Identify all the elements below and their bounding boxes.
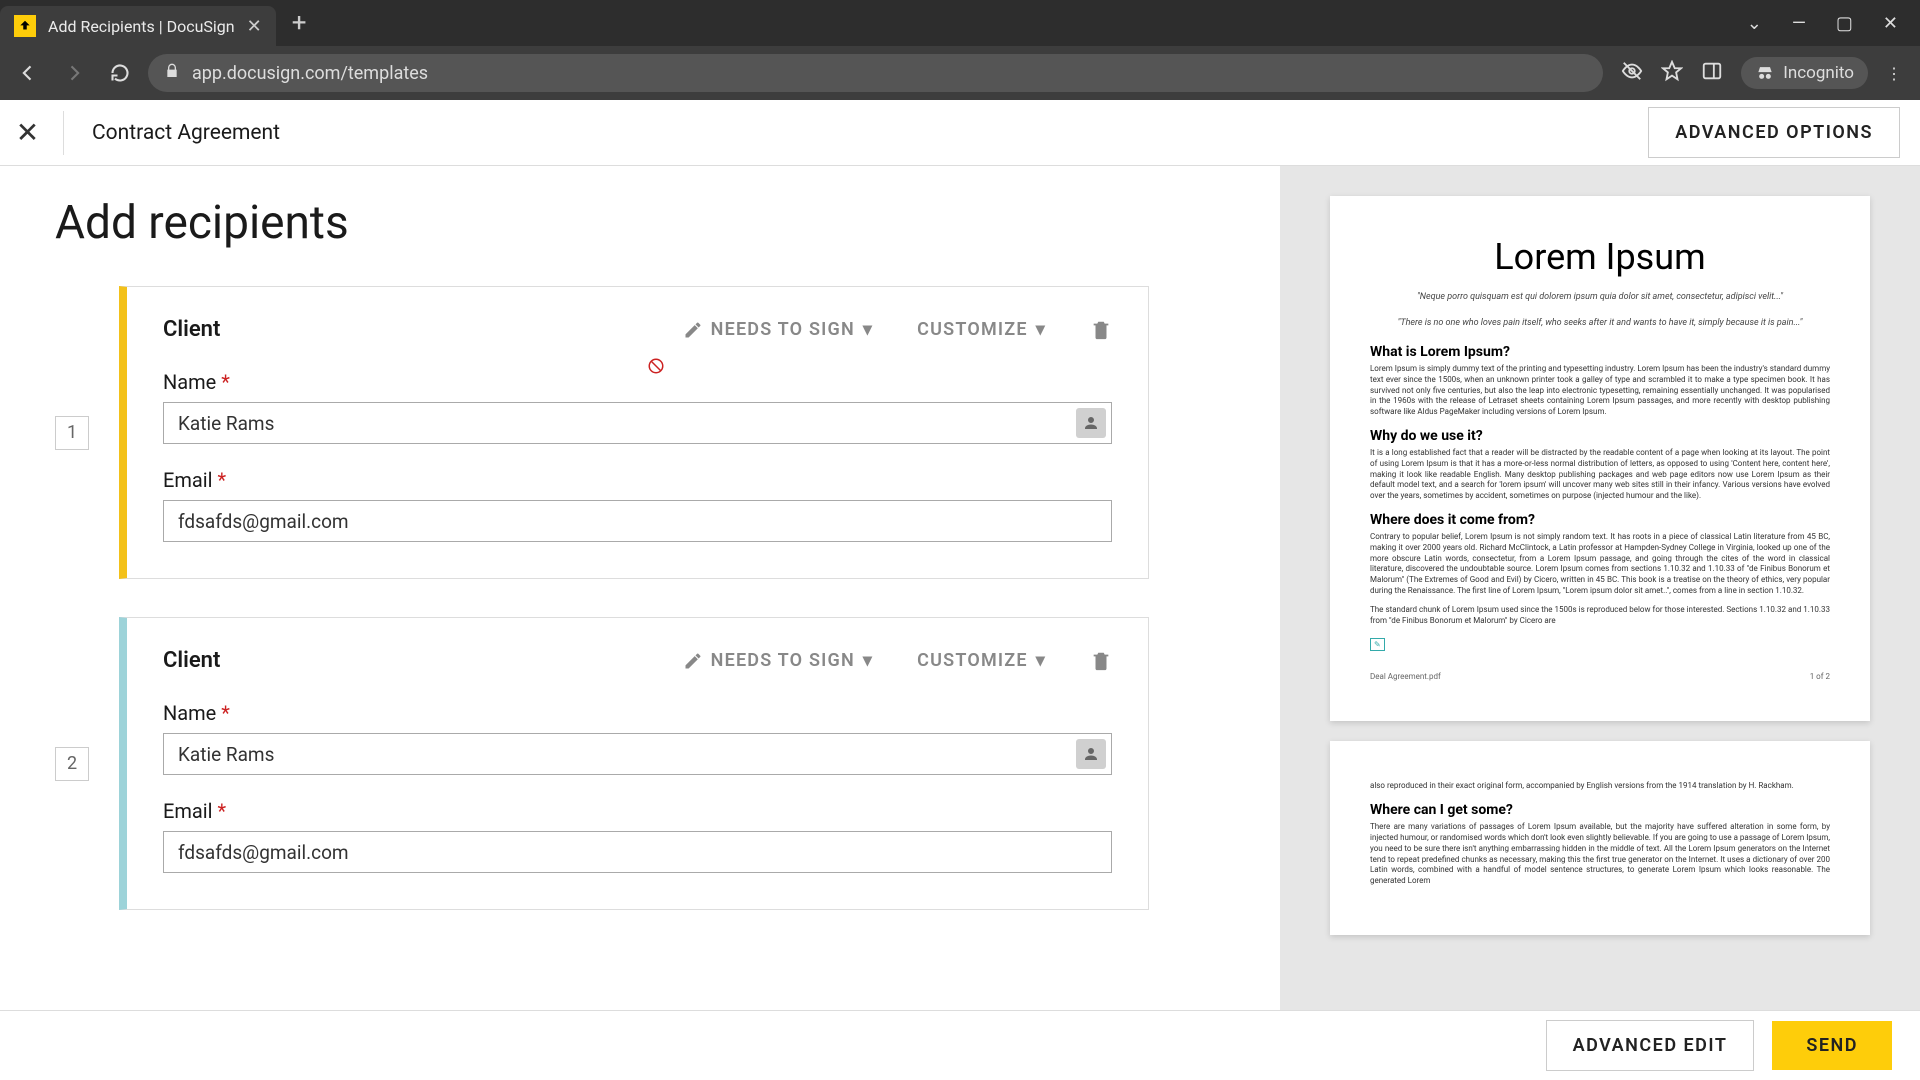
recipients-panel: Add recipients 1 Client NEEDS TO SIGN ▾ … <box>0 166 1280 1010</box>
delete-recipient-button[interactable] <box>1090 319 1112 341</box>
doc-quote: "There is no one who loves pain itself, … <box>1370 318 1830 328</box>
close-window-icon[interactable]: ✕ <box>1883 13 1898 34</box>
doc-heading: Why do we use it? <box>1370 428 1830 444</box>
chevron-down-icon: ▾ <box>863 319 873 340</box>
bookmark-star-icon[interactable] <box>1661 60 1683 86</box>
recipient-card: Client NEEDS TO SIGN ▾ CUSTOMIZE ▾ <box>119 286 1149 579</box>
email-label: Email * <box>163 468 1112 492</box>
new-tab-button[interactable]: + <box>276 0 323 46</box>
doc-heading: What is Lorem Ipsum? <box>1370 344 1830 360</box>
doc-paragraph: Lorem Ipsum is simply dummy text of the … <box>1370 364 1830 418</box>
back-button[interactable] <box>10 55 46 91</box>
advanced-edit-button[interactable]: ADVANCED EDIT <box>1546 1020 1755 1071</box>
doc-title: Lorem Ipsum <box>1370 236 1830 278</box>
window-controls: ⌄ — ▢ ✕ <box>1725 0 1920 46</box>
chevron-down-icon: ▾ <box>863 650 873 671</box>
recipient-row: 1 Client NEEDS TO SIGN ▾ CUSTOMIZE ▾ <box>55 286 1240 579</box>
doc-heading: Where does it come from? <box>1370 512 1830 528</box>
workspace: Add recipients 1 Client NEEDS TO SIGN ▾ … <box>0 166 1920 1010</box>
minimize-icon[interactable]: — <box>1792 13 1806 34</box>
send-button[interactable]: SEND <box>1772 1021 1892 1070</box>
docusign-header: ✕ Contract Agreement ADVANCED OPTIONS <box>0 100 1920 166</box>
recipient-role: Client <box>163 648 220 673</box>
email-input[interactable] <box>163 831 1112 873</box>
customize-dropdown[interactable]: CUSTOMIZE ▾ <box>917 650 1046 671</box>
browser-toolbar: app.docusign.com/templates Incognito ⋮ <box>0 46 1920 100</box>
delete-recipient-button[interactable] <box>1090 650 1112 672</box>
reload-button[interactable] <box>102 55 138 91</box>
eye-off-icon[interactable] <box>1621 60 1643 86</box>
document-page[interactable]: Lorem Ipsum "Neque porro quisquam est qu… <box>1330 196 1870 721</box>
docusign-favicon <box>14 15 36 37</box>
recipient-row: 2 Client NEEDS TO SIGN ▾ CUSTOMIZE ▾ <box>55 617 1240 910</box>
browser-tab[interactable]: Add Recipients | DocuSign ✕ <box>0 6 276 46</box>
kebab-menu-icon[interactable]: ⋮ <box>1886 64 1902 83</box>
pen-icon <box>683 651 703 671</box>
needs-to-sign-dropdown[interactable]: NEEDS TO SIGN ▾ <box>683 650 874 671</box>
trash-icon <box>1090 319 1112 341</box>
chevron-down-icon: ▾ <box>1036 319 1046 340</box>
advanced-options-button[interactable]: ADVANCED OPTIONS <box>1648 107 1900 158</box>
name-label: Name * <box>163 701 1112 725</box>
name-label: Name * <box>163 370 1112 394</box>
recipient-card: Client NEEDS TO SIGN ▾ CUSTOMIZE ▾ <box>119 617 1149 910</box>
pen-icon <box>683 320 703 340</box>
tab-close-icon[interactable]: ✕ <box>247 16 262 37</box>
close-button[interactable]: ✕ <box>20 111 64 155</box>
signature-tag-icon: ✎ <box>1370 638 1385 651</box>
maximize-icon[interactable]: ▢ <box>1836 13 1853 34</box>
incognito-badge[interactable]: Incognito <box>1741 57 1868 89</box>
side-panel-icon[interactable] <box>1701 60 1723 86</box>
forward-button[interactable] <box>56 55 92 91</box>
doc-paragraph: The standard chunk of Lorem Ipsum used s… <box>1370 605 1830 627</box>
recipient-role: Client <box>163 317 220 342</box>
address-book-icon[interactable] <box>1076 408 1106 438</box>
page-title: Add recipients <box>55 196 1240 250</box>
doc-paragraph: There are many variations of passages of… <box>1370 822 1830 887</box>
doc-paragraph: It is a long established fact that a rea… <box>1370 448 1830 502</box>
doc-paragraph: Contrary to popular belief, Lorem Ipsum … <box>1370 532 1830 597</box>
signing-order-box[interactable]: 1 <box>55 416 89 450</box>
doc-paragraph: also reproduced in their exact original … <box>1370 781 1830 792</box>
document-preview-pane: Lorem Ipsum "Neque porro quisquam est qu… <box>1280 166 1920 1010</box>
signing-order-box[interactable]: 2 <box>55 747 89 781</box>
chevron-down-icon: ▾ <box>1036 650 1046 671</box>
tabs-dropdown-icon[interactable]: ⌄ <box>1747 13 1762 34</box>
email-input[interactable] <box>163 500 1112 542</box>
url-text: app.docusign.com/templates <box>192 63 1587 84</box>
doc-filename: Deal Agreement.pdf <box>1370 672 1441 681</box>
tab-title: Add Recipients | DocuSign <box>48 17 235 36</box>
footer-bar: ADVANCED EDIT SEND <box>0 1010 1920 1080</box>
incognito-label: Incognito <box>1783 63 1854 83</box>
browser-titlebar: Add Recipients | DocuSign ✕ + ⌄ — ▢ ✕ <box>0 0 1920 46</box>
name-input[interactable] <box>163 733 1112 775</box>
customize-dropdown[interactable]: CUSTOMIZE ▾ <box>917 319 1046 340</box>
trash-icon <box>1090 650 1112 672</box>
doc-page-count: 1 of 2 <box>1810 672 1830 681</box>
document-name: Contract Agreement <box>92 121 280 145</box>
address-book-icon[interactable] <box>1076 739 1106 769</box>
name-input[interactable] <box>163 402 1112 444</box>
doc-heading: Where can I get some? <box>1370 802 1830 818</box>
needs-to-sign-dropdown[interactable]: NEEDS TO SIGN ▾ <box>683 319 874 340</box>
no-drop-cursor-icon <box>647 357 665 375</box>
lock-icon <box>164 63 180 84</box>
email-label: Email * <box>163 799 1112 823</box>
doc-quote: "Neque porro quisquam est qui dolorem ip… <box>1370 292 1830 302</box>
toolbar-right-icons: Incognito ⋮ <box>1613 57 1910 89</box>
address-bar[interactable]: app.docusign.com/templates <box>148 54 1603 92</box>
document-page[interactable]: also reproduced in their exact original … <box>1330 741 1870 935</box>
